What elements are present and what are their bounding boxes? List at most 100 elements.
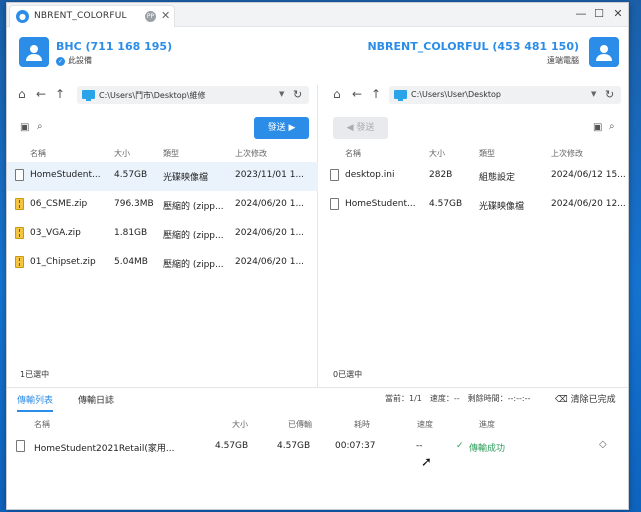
file-row[interactable]: 03_VGA.zip 1.81GB 壓縮的 (zipp... 2024/06/20 1…: [7, 220, 318, 249]
transfer-table-header: 名稱 大小 已傳輸 耗時 速度 進度: [7, 417, 628, 433]
col-speed: 速度: [417, 420, 433, 429]
col-name[interactable]: 名稱: [30, 148, 46, 159]
file-row[interactable]: HomeStudent... 4.57GB 光碟映像檔 2023/11/01 1...: [7, 162, 318, 191]
col-elapsed: 耗時: [354, 420, 370, 429]
close-window-button[interactable]: ✕: [610, 7, 626, 20]
remote-user-avatar-icon: [589, 37, 619, 67]
local-device-name: BHC (711 168 195): [56, 40, 173, 53]
file-type: 壓縮的 (zipp...: [163, 260, 224, 270]
tab-transfer-list[interactable]: 傳輸列表: [17, 393, 54, 412]
clear-completed-label: 清除已完成: [570, 395, 616, 405]
col-modified[interactable]: 上次修改: [235, 148, 267, 159]
file-size: 796.3MB: [114, 199, 154, 209]
file-type: 光碟映像檔: [479, 202, 525, 212]
remote-toolbar: ◀ 發送 ▣ ⌕: [319, 117, 628, 139]
back-arrow-icon[interactable]: ←: [352, 87, 362, 101]
transfer-speed: --: [416, 441, 423, 451]
success-check-icon: ✓: [456, 441, 464, 451]
section-divider: [7, 387, 628, 388]
transfer-stats: 當前：1/1 速度：-- 剩餘時間：--:--:--: [385, 394, 531, 403]
file-size: 4.57GB: [429, 199, 463, 209]
send-to-remote-button[interactable]: 發送 ▶: [254, 117, 309, 139]
remote-path-input[interactable]: C:\Users\User\Desktop ▼ ↻: [389, 86, 621, 104]
remote-path-text: C:\Users\User\Desktop: [411, 90, 501, 99]
mouse-cursor-icon: ➚: [421, 455, 432, 470]
path-dropdown-icon[interactable]: ▼: [279, 90, 284, 98]
app-window: ● NBRENT_COLORFUL PP ✕ — ☐ ✕ BHC (711 16…: [6, 2, 629, 510]
local-status-text: 此設備: [68, 56, 92, 65]
file-row[interactable]: desktop.ini 282B 組態設定 2024/06/12 15...: [319, 162, 628, 191]
col-name: 名稱: [34, 420, 50, 429]
search-icon[interactable]: ⌕: [609, 121, 615, 132]
tab-close-icon[interactable]: ✕: [161, 9, 170, 22]
path-dropdown-icon[interactable]: ▼: [591, 90, 596, 98]
eraser-icon: ⌫: [555, 395, 571, 405]
col-type[interactable]: 類型: [479, 148, 495, 159]
local-table-header: 名稱 大小 類型 上次修改: [7, 146, 318, 162]
col-modified[interactable]: 上次修改: [551, 148, 583, 159]
file-type: 壓縮的 (zipp...: [163, 231, 224, 241]
file-modified: 2024/06/12 15...: [551, 170, 626, 180]
local-path-input[interactable]: C:\Users\鬥市\Desktop\維修 ▼ ↻: [77, 86, 309, 104]
file-icon: [330, 198, 339, 210]
transfer-file-name: HomeStudent2021Retail(家用...: [34, 444, 175, 454]
file-name: HomeStudent...: [345, 199, 416, 209]
col-name[interactable]: 名稱: [345, 148, 361, 159]
file-row[interactable]: HomeStudent... 4.57GB 光碟映像檔 2024/06/20 12..…: [319, 191, 628, 220]
refresh-icon[interactable]: ↻: [293, 88, 302, 101]
zip-icon: [15, 256, 24, 268]
new-folder-icon[interactable]: ▣: [20, 122, 29, 133]
home-icon[interactable]: ⌂: [333, 87, 341, 101]
check-icon: ✓: [56, 57, 65, 66]
file-row[interactable]: 01_Chipset.zip 5.04MB 壓縮的 (zipp... 2024/06/…: [7, 249, 318, 278]
back-arrow-icon[interactable]: ←: [36, 87, 46, 101]
new-folder-icon[interactable]: ▣: [593, 122, 602, 133]
up-arrow-icon[interactable]: ↑: [371, 87, 381, 101]
zip-icon: [15, 198, 24, 210]
home-icon[interactable]: ⌂: [18, 87, 26, 101]
file-type: 壓縮的 (zipp...: [163, 202, 224, 212]
up-arrow-icon[interactable]: ↑: [55, 87, 65, 101]
delete-eraser-icon[interactable]: ◇: [599, 439, 607, 450]
col-type[interactable]: 類型: [163, 148, 179, 159]
file-icon: [16, 440, 25, 452]
transfer-progress: 傳輸成功: [469, 444, 506, 454]
file-icon: [330, 169, 339, 181]
local-file-pane: ⌂ ← ↑ C:\Users\鬥市\Desktop\維修 ▼ ↻ ▣ ⌕ 發送 …: [7, 85, 318, 387]
file-type: 光碟映像檔: [163, 173, 209, 183]
send-to-local-button[interactable]: ◀ 發送: [333, 117, 388, 139]
file-name: 06_CSME.zip: [30, 199, 88, 209]
local-selection-status: 1已選中: [20, 370, 50, 379]
col-size[interactable]: 大小: [429, 148, 445, 159]
file-modified: 2024/06/20 1...: [235, 257, 305, 267]
local-path-text: C:\Users\鬥市\Desktop\維修: [99, 91, 206, 100]
computer-icon: [394, 90, 407, 101]
zip-icon: [15, 227, 24, 239]
search-icon[interactable]: ⌕: [37, 121, 43, 132]
local-device: BHC (711 168 195) ✓ 此設備: [19, 37, 219, 69]
clear-completed-button[interactable]: ⌫ 清除已完成: [555, 392, 616, 405]
session-tab[interactable]: ● NBRENT_COLORFUL PP ✕: [9, 5, 175, 27]
transfer-transferred: 4.57GB: [277, 441, 311, 451]
file-name: 03_VGA.zip: [30, 228, 81, 238]
title-bar: ● NBRENT_COLORFUL PP ✕ — ☐ ✕: [7, 3, 628, 27]
refresh-icon[interactable]: ↻: [605, 88, 614, 101]
local-user-avatar-icon: [19, 37, 49, 67]
remote-table-header: 名稱 大小 類型 上次修改: [319, 146, 628, 162]
col-size[interactable]: 大小: [114, 148, 130, 159]
minimize-button[interactable]: —: [573, 7, 589, 20]
file-size: 5.04MB: [114, 257, 148, 267]
file-name: HomeStudent...: [30, 170, 101, 180]
file-row[interactable]: 06_CSME.zip 796.3MB 壓縮的 (zipp... 2024/06/20…: [7, 191, 318, 220]
computer-icon: [82, 90, 95, 101]
local-device-status: ✓ 此設備: [56, 55, 92, 66]
transfer-row[interactable]: HomeStudent2021Retail(家用... 4.57GB 4.57G…: [7, 433, 628, 461]
file-size: 282B: [429, 170, 453, 180]
maximize-button[interactable]: ☐: [591, 7, 607, 20]
file-modified: 2024/06/20 12...: [551, 199, 626, 209]
transfer-elapsed: 00:07:37: [335, 441, 376, 451]
file-size: 4.57GB: [114, 170, 148, 180]
tab-badge-icon: PP: [145, 11, 156, 22]
file-icon: [15, 169, 24, 181]
tab-transfer-log[interactable]: 傳輸日誌: [78, 393, 114, 410]
